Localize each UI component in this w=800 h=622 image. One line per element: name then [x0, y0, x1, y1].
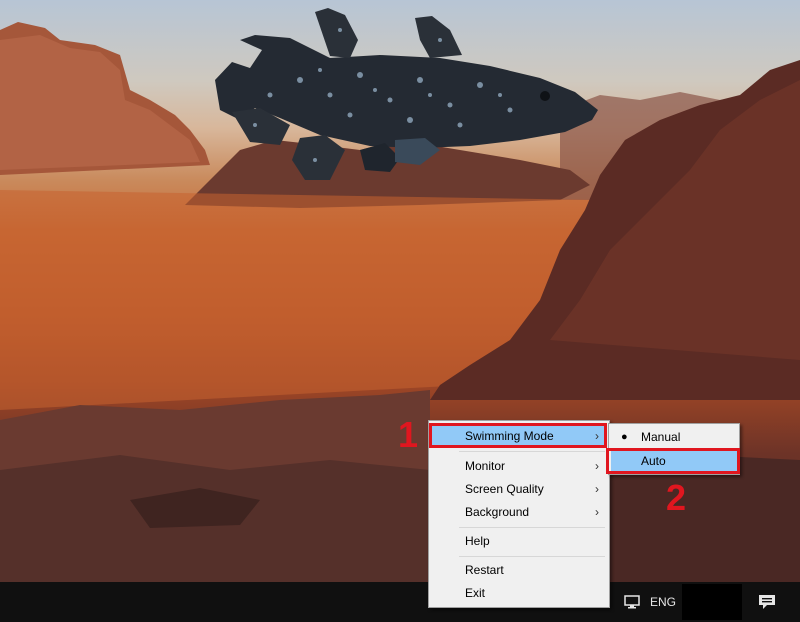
network-icon[interactable] [620, 588, 646, 616]
menu-separator [459, 527, 605, 528]
chevron-right-icon: › [595, 482, 599, 496]
menu-item-monitor[interactable]: Monitor › [431, 455, 607, 477]
submenu-item-manual[interactable]: ● Manual [611, 426, 737, 448]
menu-separator [459, 556, 605, 557]
radio-bullet-icon: ● [621, 431, 628, 443]
taskbar [0, 582, 800, 622]
chevron-right-icon: › [595, 459, 599, 473]
menu-item-screen-quality[interactable]: Screen Quality › [431, 478, 607, 500]
annotation-number-1: 1 [398, 414, 419, 455]
annotation-number-2: 2 [666, 477, 687, 518]
annotation-box-step-1 [429, 423, 607, 448]
chevron-right-icon: › [595, 505, 599, 519]
annotation-box-step-2 [606, 448, 740, 474]
notification-icon[interactable] [754, 588, 780, 616]
menu-separator [459, 451, 605, 452]
menu-item-help[interactable]: Help [431, 530, 607, 552]
menu-item-background[interactable]: Background › [431, 501, 607, 523]
clock-area[interactable] [682, 584, 742, 620]
menu-item-restart[interactable]: Restart [431, 559, 607, 581]
tray-context-menu: Swimming Mode › Monitor › Screen Quality… [428, 420, 610, 608]
menu-item-exit[interactable]: Exit [431, 582, 607, 604]
language-indicator[interactable]: ENG [646, 588, 680, 616]
